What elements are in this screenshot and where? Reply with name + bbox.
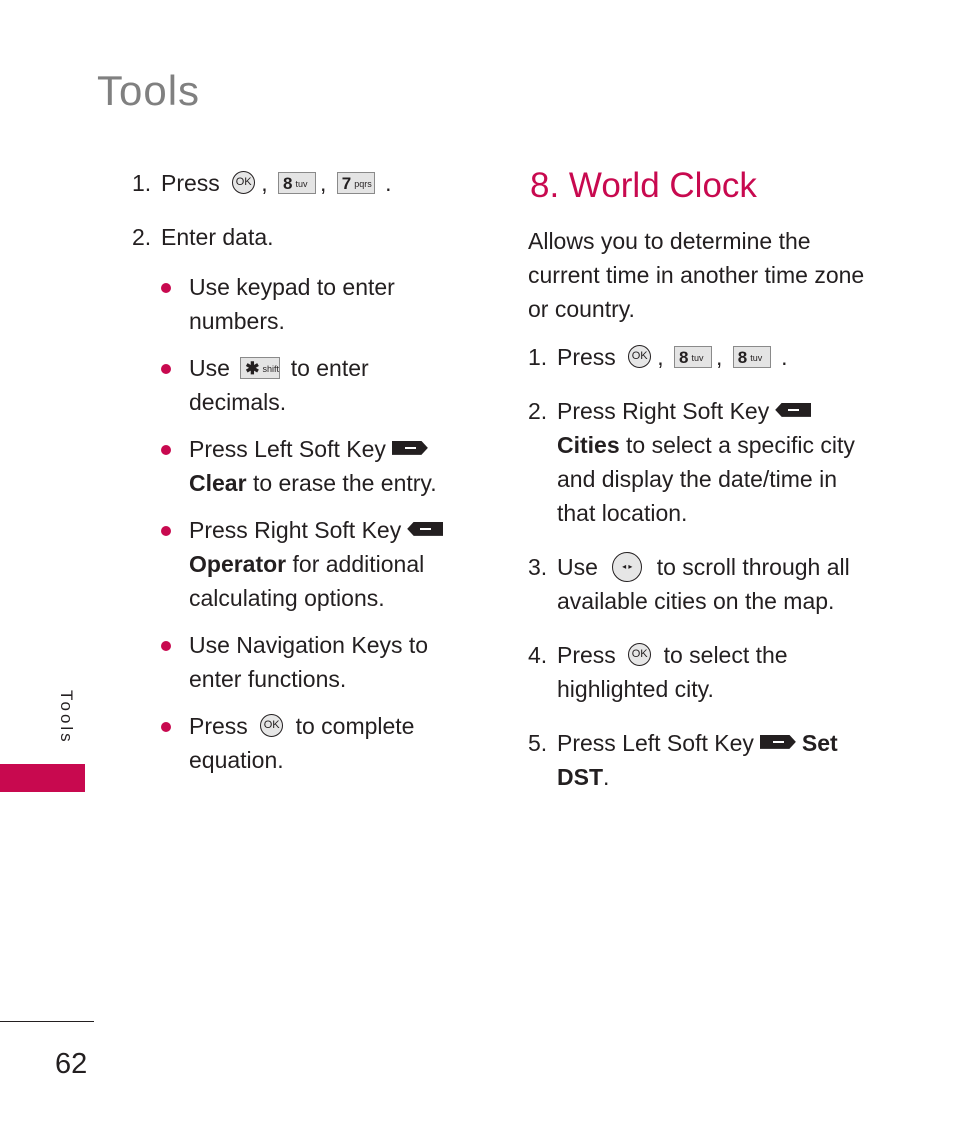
step-text: Press Left Soft Key <box>557 730 754 756</box>
bullet-bold-text: Clear <box>189 470 247 496</box>
navigation-key-icon: ◂ ▸ <box>612 551 643 582</box>
key-letters: tuv <box>691 352 704 363</box>
bullet-text: Press Left Soft Key <box>189 436 386 462</box>
bullet-dot-icon <box>161 641 171 651</box>
bullet-item: Use ✱ shift to enter decimals. <box>160 351 462 419</box>
period: . <box>603 764 610 790</box>
bullet-text: to erase the entry. <box>252 470 437 496</box>
step-1: 1. Press OK, 8 tuv, 8 tuv . <box>528 340 878 374</box>
bullet-dot-icon <box>161 445 171 455</box>
separator: , <box>657 344 664 370</box>
key-digit: 8 <box>737 347 748 367</box>
bullet-list: Use keypad to enter numbers. Use ✱ shift … <box>160 270 462 777</box>
step-2: 2. Enter data. <box>132 220 462 254</box>
star-shift-key-icon: ✱ shift <box>240 356 281 379</box>
bullet-dot-icon <box>161 364 171 374</box>
ok-key-icon: OK <box>232 171 256 195</box>
ok-key-icon: OK <box>628 643 652 667</box>
side-tab-label: Tools <box>57 690 76 745</box>
step-number: 1. <box>528 344 548 370</box>
step-number: 2. <box>528 398 548 424</box>
key-digit: 8 <box>678 347 689 367</box>
step-number: 1. <box>132 170 152 196</box>
bullet-text: Use keypad to enter numbers. <box>189 274 395 334</box>
step-number: 2. <box>132 224 152 250</box>
right-soft-key-icon <box>407 521 444 536</box>
right-column: 8. World Clock Allows you to determine t… <box>528 166 878 814</box>
left-soft-key-icon <box>391 440 428 455</box>
period: . <box>385 170 392 196</box>
bullet-dot-icon <box>161 283 171 293</box>
step-text: Press <box>161 170 220 196</box>
separator: , <box>715 344 723 370</box>
key-8-icon: 8 tuv <box>732 345 771 368</box>
separator: , <box>261 170 268 196</box>
left-soft-key-icon <box>759 734 796 749</box>
page-number: 62 <box>55 1048 88 1080</box>
bullet-dot-icon <box>161 526 171 536</box>
step-text: Press <box>557 344 616 370</box>
step-text: Enter data. <box>161 224 274 250</box>
bullet-item: Press Left Soft Key Clear to erase the e… <box>160 432 462 500</box>
period: . <box>781 344 788 370</box>
bullet-bold-text: Operator <box>189 551 287 577</box>
key-8-icon: 8 tuv <box>277 171 316 194</box>
step-number: 5. <box>528 730 548 756</box>
right-soft-key-icon <box>775 402 812 417</box>
key-letters: pqrs <box>354 178 372 189</box>
page-title: Tools <box>97 67 201 114</box>
step-3: 3. Use ◂ ▸ to scroll through all availab… <box>528 550 878 618</box>
section-title: 8. World Clock <box>530 166 757 205</box>
step-2: 2. Press Right Soft Key Cities to select… <box>528 394 878 530</box>
bullet-text: Use Navigation Keys to enter functions. <box>189 632 429 692</box>
step-text: Press <box>557 642 616 668</box>
step-text: to scroll through all available cities o… <box>557 554 850 614</box>
bullet-item: Use keypad to enter numbers. <box>160 270 462 338</box>
step-text: Use <box>557 554 598 580</box>
step-5: 5. Press Left Soft Key Set DST. <box>528 726 878 794</box>
left-column: 1. Press OK, 8 tuv, 7 pqrs . 2. Enter data… <box>132 166 462 790</box>
key-digit: 8 <box>282 173 293 193</box>
step-1: 1. Press OK, 8 tuv, 7 pqrs . <box>132 166 462 200</box>
step-number: 4. <box>528 642 548 668</box>
key-digit: 7 <box>341 173 352 193</box>
key-letters: shift <box>262 363 280 374</box>
step-text: Press Right Soft Key <box>557 398 770 424</box>
bullet-dot-icon <box>161 722 171 732</box>
key-7-icon: 7 pqrs <box>336 171 375 194</box>
separator: , <box>319 170 327 196</box>
bullet-item: Use Navigation Keys to enter functions. <box>160 628 462 696</box>
bullet-item: Press Right Soft Key Operator for additi… <box>160 513 462 615</box>
key-symbol: ✱ <box>245 358 260 378</box>
ok-key-icon: OK <box>628 345 652 369</box>
bullet-text: Use <box>189 355 230 381</box>
key-letters: tuv <box>750 352 763 363</box>
section-intro: Allows you to determine the current time… <box>528 228 865 322</box>
bullet-text: Press <box>189 713 248 739</box>
bullet-item: Press OK to complete equation. <box>160 709 462 777</box>
step-number: 3. <box>528 554 548 580</box>
footer-divider <box>0 1021 94 1022</box>
step-4: 4. Press OK to select the highlighted ci… <box>528 638 878 706</box>
step-bold-text: Cities <box>557 432 620 458</box>
side-tab-marker <box>0 764 85 792</box>
key-8-icon: 8 tuv <box>673 345 712 368</box>
bullet-text: Press Right Soft Key <box>189 517 402 543</box>
ok-key-icon: OK <box>260 714 284 738</box>
key-letters: tuv <box>295 178 308 189</box>
